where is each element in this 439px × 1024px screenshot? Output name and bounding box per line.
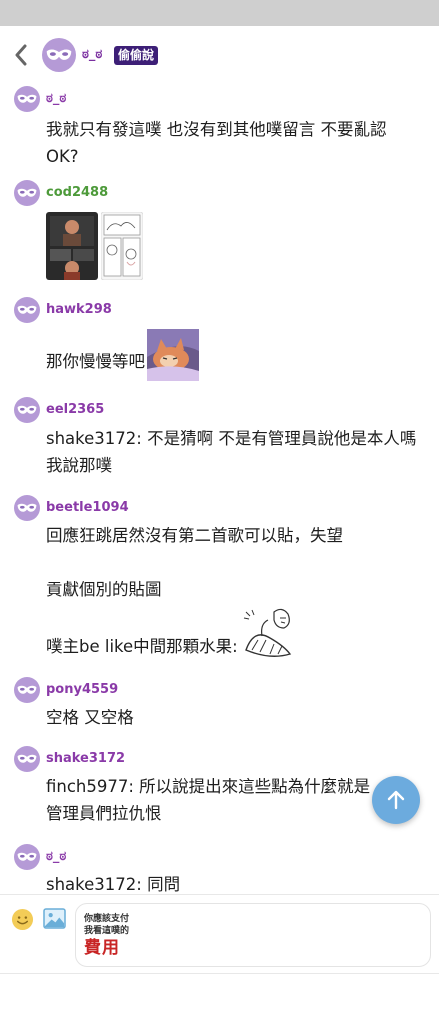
plurk-header: ಠ_ಠ 偷偷說 [0, 26, 439, 84]
anonymous-mask-icon[interactable] [14, 746, 40, 772]
anonymous-mask-icon[interactable] [14, 844, 40, 870]
text-line: shake3172: 不是猜啊 不是有管理員說他是本人嗎 [46, 429, 417, 448]
meme-image-thumbnail[interactable] [46, 212, 98, 280]
image-upload-icon[interactable] [43, 908, 66, 929]
chevron-left-icon [15, 44, 27, 66]
anonymous-mask-icon[interactable] [14, 86, 40, 112]
smiley-icon[interactable] [11, 908, 34, 931]
manga-image-thumbnail[interactable] [101, 212, 143, 280]
response-input[interactable]: 你應該支付 我看這噗的 費用 [75, 903, 431, 967]
text-line: 貢獻個別的貼圖 [46, 580, 162, 599]
anonymous-mask-icon[interactable] [14, 297, 40, 323]
poster-name[interactable]: ಠ_ಠ [82, 46, 102, 64]
text-line: OK? [46, 147, 79, 166]
response-username[interactable]: ಠ_ಠ [46, 91, 66, 107]
response-text: shake3172: 同問 [46, 871, 431, 894]
response-username[interactable]: eel2365 [46, 402, 104, 418]
response-text: 空格 又空格 [46, 704, 431, 731]
response-username[interactable]: cod2488 [46, 185, 108, 201]
response-username[interactable]: ಠ_ಠ [46, 849, 66, 865]
response-username[interactable]: beetle1094 [46, 500, 129, 516]
response-text: 那你慢慢等吧 [46, 327, 431, 383]
anonymous-mask-icon[interactable] [42, 38, 76, 72]
text-line: 那你慢慢等吧 [46, 351, 145, 371]
response-text: shake3172: 不是猜啊 不是有管理員說他是本人嗎 我說那噗 [46, 425, 431, 479]
anonymous-mask-icon[interactable] [14, 180, 40, 206]
anonymous-mask-icon[interactable] [14, 495, 40, 521]
placeholder-line: 我看這噗的 [84, 926, 130, 936]
text-line: 空格 又空格 [46, 708, 134, 727]
scroll-to-top-button[interactable] [372, 776, 420, 824]
status-bar [0, 0, 439, 26]
response-text: 回應狂跳居然沒有第二首歌可以貼，失望 貢獻個別的貼圖 噗主be like中間那顆… [46, 522, 431, 660]
response-list: ಠ_ಠ 我就只有發這噗 也沒有到其他噗留言 不要亂認 OK? cod2488 h… [0, 84, 439, 894]
anonymous-mask-icon[interactable] [14, 397, 40, 423]
text-line: 回應狂跳居然沒有第二首歌可以貼，失望 [46, 526, 343, 545]
response-username[interactable]: hawk298 [46, 302, 112, 318]
text-line: 噗主be like中間那顆水果: [46, 637, 238, 656]
sketch-fruit-sticker[interactable] [240, 606, 296, 660]
response-username[interactable]: shake3172 [46, 751, 125, 767]
response-text: 我就只有發這噗 也沒有到其他噗留言 不要亂認 OK? [46, 116, 431, 170]
text-line: shake3172: 同問 [46, 875, 181, 894]
back-button[interactable] [10, 43, 32, 67]
text-line: 我就只有發這噗 也沒有到其他噗留言 不要亂認 [46, 120, 387, 139]
text-line-with-sticker: 噗主be like中間那顆水果: [46, 608, 431, 660]
anonymous-badge: 偷偷說 [114, 46, 159, 65]
placeholder-line: 你應該支付 [84, 914, 130, 924]
placeholder-line: 費用 [84, 938, 120, 958]
anonymous-mask-icon[interactable] [14, 677, 40, 703]
input-placeholder: 你應該支付 我看這噗的 費用 [84, 913, 129, 959]
text-line: 我說那噗 [46, 456, 112, 475]
cat-sticker[interactable] [147, 329, 199, 381]
compose-bar: 你應該支付 我看這噗的 費用 [0, 894, 439, 974]
response-username[interactable]: pony4559 [46, 682, 118, 698]
arrow-up-icon [387, 790, 405, 810]
